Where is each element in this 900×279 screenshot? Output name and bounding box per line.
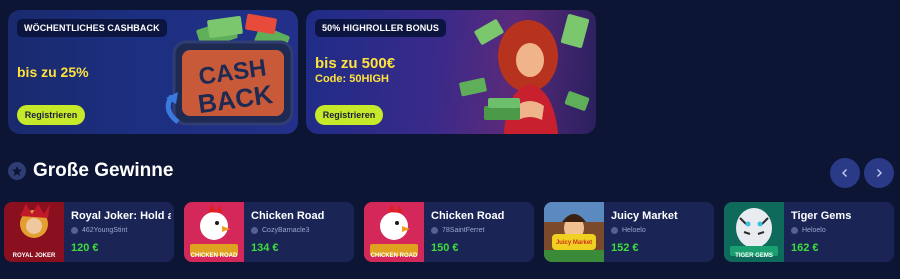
promo-badge: WÖCHENTLICHES CASHBACK [17, 19, 167, 37]
user-icon [431, 227, 438, 234]
star-icon [8, 162, 26, 180]
user-icon [71, 227, 78, 234]
register-button[interactable]: Registrieren [17, 105, 85, 125]
game-thumbnail [544, 202, 604, 262]
winner-user: 78SaintFerret [431, 227, 484, 234]
section-header: Große Gewinne [8, 160, 173, 182]
promo-badge: 50% HIGHROLLER BONUS [315, 19, 447, 37]
register-button[interactable]: Registrieren [315, 105, 383, 125]
winner-card[interactable]: ROYAL JOKER Royal Joker: Hold a 462Young… [4, 202, 174, 262]
chevron-left-icon [842, 169, 847, 177]
promo-banner-cashback[interactable]: CASH BACK WÖCHENTLICHES CASHBACK bis zu … [8, 10, 298, 134]
highroller-illustration [459, 14, 590, 134]
winner-card[interactable]: CHICKEN ROAD Chicken Road CozyBarnacle3 … [184, 202, 354, 262]
winner-user: CozyBarnacle3 [251, 227, 309, 234]
win-amount: 162 € [791, 242, 819, 254]
winner-user: Heloelo [611, 227, 646, 234]
thumbnail-label: Juicy Market [555, 240, 593, 246]
winner-user: Heloelo [791, 227, 826, 234]
game-name: Royal Joker: Hold a [71, 210, 171, 222]
promo-headline: bis zu 500€ [315, 55, 396, 72]
carousel-next-button[interactable] [864, 158, 894, 188]
user-icon [611, 227, 618, 234]
winner-card[interactable]: Juicy Market Juicy Market Heloelo 152 € [544, 202, 714, 262]
chevron-right-icon [877, 169, 882, 177]
promo-banner-highroller[interactable]: 50% HIGHROLLER BONUS bis zu 500€ Code: 5… [306, 10, 596, 134]
carousel-prev-button[interactable] [830, 158, 860, 188]
win-amount: 120 € [71, 242, 99, 254]
winner-user: 462YoungStint [71, 227, 127, 234]
game-name: Chicken Road [251, 210, 325, 222]
winner-card[interactable]: CHICKEN ROAD Chicken Road 78SaintFerret … [364, 202, 534, 262]
section-title: Große Gewinne [33, 160, 174, 181]
win-amount: 134 € [251, 242, 279, 254]
game-name: Tiger Gems [791, 210, 852, 222]
winner-card[interactable]: TIGER GEMS Tiger Gems Heloelo 162 € [724, 202, 894, 262]
promo-code: Code: 50HIGH [315, 73, 389, 85]
user-icon [791, 227, 798, 234]
thumbnail-label: TIGER GEMS [735, 253, 773, 259]
win-amount: 152 € [611, 242, 639, 254]
user-icon [251, 227, 258, 234]
game-name: Juicy Market [611, 210, 678, 222]
win-amount: 150 € [431, 242, 459, 254]
promo-headline: bis zu 25% [17, 64, 89, 80]
game-name: Chicken Road [431, 210, 505, 222]
thumbnail-label: CHICKEN ROAD [370, 253, 418, 259]
thumbnail-label: ROYAL JOKER [12, 253, 56, 259]
thumbnail-label: CHICKEN ROAD [190, 253, 238, 259]
